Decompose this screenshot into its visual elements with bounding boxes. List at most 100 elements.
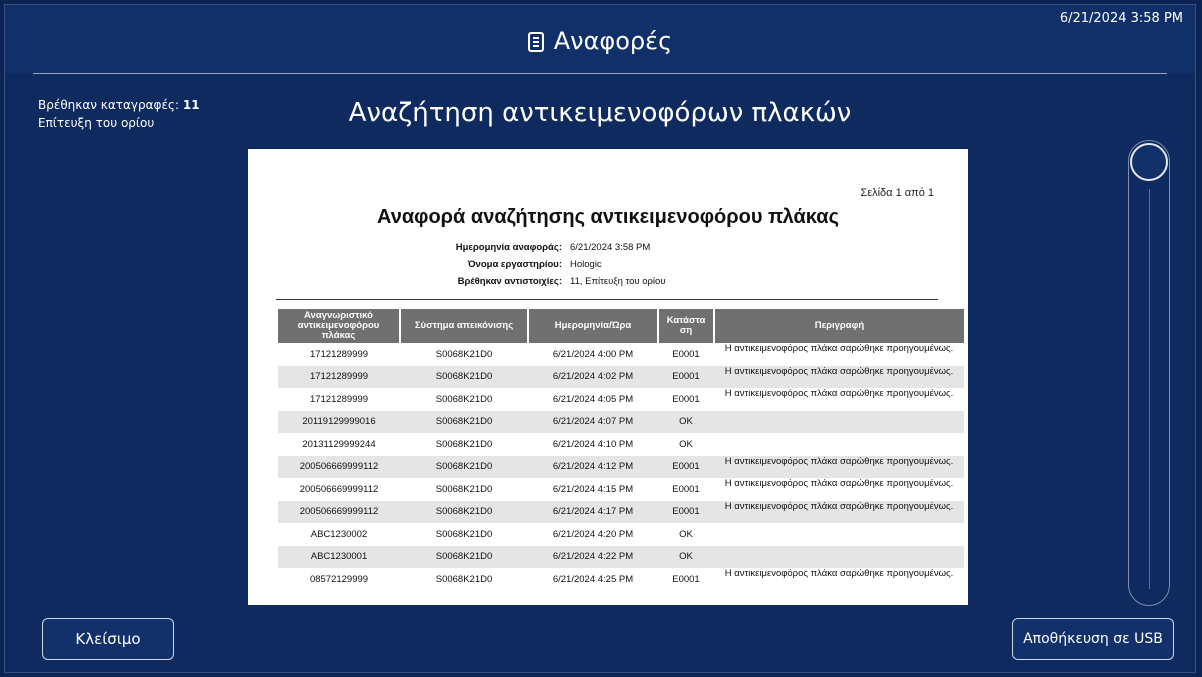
meta-key: Βρέθηκαν αντιστοιχίες: — [457, 276, 562, 287]
report-preview[interactable]: Σελίδα 1 από 1 Αναφορά αναζήτησης αντικε… — [248, 149, 968, 605]
page-title: Αναζήτηση αντικειμενοφόρων πλακών — [348, 98, 852, 128]
column-header: Ημερομηνία/Ώρα — [528, 309, 659, 343]
imaging-system-cell: S0068K21D0 — [400, 500, 528, 523]
description-cell — [714, 545, 964, 568]
report-title: Αναφορά αναζήτησης αντικειμενοφόρου πλάκ… — [377, 206, 839, 228]
status-cell: E0001 — [658, 500, 714, 523]
report-rule — [276, 299, 938, 300]
datetime-display: 6/21/2024 3:58 PM — [1059, 11, 1183, 26]
slide-id-cell: 20119129999016 — [278, 410, 400, 433]
description-cell: Η αντικειμενοφόρος πλάκα σαρώθηκε προηγο… — [724, 343, 954, 354]
description-cell: Η αντικειμενοφόρος πλάκα σαρώθηκε προηγο… — [714, 365, 964, 388]
document-list-icon — [527, 32, 544, 52]
status-cell: OK — [679, 438, 693, 450]
imaging-system-cell: S0068K21D0 — [400, 545, 528, 568]
status-cell: E0001 — [658, 365, 714, 388]
status-cell: E0001 — [672, 393, 700, 405]
table-row: 17121289999 S0068K21D0 6/21/2024 4:05 PM E0… — [278, 388, 964, 411]
datetime-cell: 6/21/2024 4:10 PM — [552, 438, 634, 450]
results-table: Αναγνωριστικό αντικειμενοφόρου πλάκας Σύ… — [278, 309, 964, 591]
imaging-system-cell: S0068K21D0 — [435, 483, 493, 495]
meta-row: Όνομα εργαστηρίου: Hologic — [248, 256, 968, 273]
column-header: Σύστημα απεικόνισης — [400, 309, 529, 343]
status-cell: OK — [658, 545, 714, 568]
description-cell — [714, 523, 964, 546]
slide-id-cell: 200506669999112 — [299, 483, 379, 495]
slide-id-cell: 20131129999244 — [302, 438, 376, 450]
column-header: Αναγνωριστικό αντικειμενοφόρου πλάκας — [278, 309, 401, 343]
imaging-system-cell: S0068K21D0 — [400, 455, 528, 478]
status-cell: E0001 — [658, 455, 714, 478]
meta-value: Hologic — [570, 259, 602, 270]
table-row: 200506669999112 S0068K21D0 6/21/2024 4:15 … — [278, 478, 964, 501]
report-meta: Ημερομηνία αναφοράς: 6/21/2024 3:58 PM Όν… — [248, 239, 968, 290]
description-cell — [714, 410, 964, 433]
description-cell: Η αντικειμενοφόρος πλάκα σαρώθηκε προηγο… — [724, 478, 954, 489]
limit-reached-text: Επίτευξη του ορίου — [38, 116, 155, 130]
datetime-cell: 6/21/2024 4:07 PM — [528, 410, 658, 433]
imaging-system-cell: S0068K21D0 — [400, 365, 528, 388]
table-row: ABC1230002 S0068K21D0 6/21/2024 4:20 PM OK — [278, 523, 964, 546]
scroll-track-line — [1149, 189, 1150, 589]
meta-value: 6/21/2024 3:58 PM — [570, 242, 651, 253]
imaging-system-cell: S0068K21D0 — [435, 348, 493, 360]
scroll-thumb[interactable] — [1130, 143, 1168, 181]
status-cell: OK — [679, 528, 693, 540]
table-row: 08572129999 S0068K21D0 6/21/2024 4:25 PM E0… — [278, 568, 964, 591]
table-row: 20119129999016 S0068K21D0 6/21/2024 4:07 P… — [278, 410, 964, 433]
datetime-cell: 6/21/2024 4:20 PM — [552, 528, 634, 540]
datetime-cell: 6/21/2024 4:25 PM — [552, 573, 634, 585]
datetime-cell: 6/21/2024 4:22 PM — [528, 545, 658, 568]
meta-key: Ημερομηνία αναφοράς: — [455, 242, 562, 253]
slide-id-cell: ABC1230001 — [278, 545, 400, 568]
description-cell: Η αντικειμενοφόρος πλάκα σαρώθηκε προηγο… — [724, 388, 954, 399]
imaging-system-cell: S0068K21D0 — [435, 573, 493, 585]
close-button[interactable]: Κλείσιμο — [42, 618, 174, 660]
table-row: 200506669999112 S0068K21D0 6/21/2024 4:12 … — [278, 455, 964, 478]
records-found-count: 11 — [182, 98, 200, 112]
description-cell — [714, 433, 964, 456]
description-cell: Η αντικειμενοφόρος πλάκα σαρώθηκε προηγο… — [724, 568, 954, 579]
meta-value: 11, Επίτευξη του ορίου — [570, 276, 666, 287]
header-divider — [33, 73, 1167, 74]
description-cell: Η αντικειμενοφόρος πλάκα σαρώθηκε προηγο… — [714, 455, 964, 478]
imaging-system-cell: S0068K21D0 — [400, 410, 528, 433]
slide-id-cell: 08572129999 — [309, 573, 369, 585]
column-header: Περιγραφή — [714, 309, 964, 343]
datetime-cell: 6/21/2024 4:15 PM — [552, 483, 634, 495]
column-header: Κατάστα ση — [658, 309, 715, 343]
table-row: 20131129999244 S0068K21D0 6/21/2024 4:10 P… — [278, 433, 964, 456]
header-bar: Αναφορές 6/21/2024 3:58 PM — [5, 5, 1195, 73]
records-summary: Βρέθηκαν καταγραφές: 11 Επίτευξη του ορί… — [38, 96, 200, 132]
status-cell: OK — [658, 410, 714, 433]
status-cell: E0001 — [672, 483, 700, 495]
records-found-label: Βρέθηκαν καταγραφές: — [38, 98, 180, 112]
meta-row: Βρέθηκαν αντιστοιχίες: 11, Επίτευξη του ο… — [248, 273, 968, 290]
description-cell: Η αντικειμενοφόρος πλάκα σαρώθηκε προηγο… — [714, 500, 964, 523]
table-row: 17121289999 S0068K21D0 6/21/2024 4:00 PM E0… — [278, 343, 964, 366]
table-header-row: Αναγνωριστικό αντικειμενοφόρου πλάκας Σύ… — [278, 309, 964, 343]
datetime-cell: 6/21/2024 4:17 PM — [528, 500, 658, 523]
table-row: 17121289999 S0068K21D0 6/21/2024 4:02 PM E0… — [278, 365, 964, 388]
slide-id-cell: 17121289999 — [309, 348, 369, 360]
slide-id-cell: ABC1230002 — [310, 528, 368, 540]
meta-row: Ημερομηνία αναφοράς: 6/21/2024 3:58 PM — [248, 239, 968, 256]
slide-id-cell: 200506669999112 — [278, 455, 400, 478]
header-title-text: Αναφορές — [553, 27, 673, 55]
scroll-track[interactable] — [1128, 140, 1170, 606]
save-usb-button[interactable]: Αποθήκευση σε USB — [1012, 618, 1174, 660]
imaging-system-cell: S0068K21D0 — [435, 393, 493, 405]
datetime-cell: 6/21/2024 4:12 PM — [528, 455, 658, 478]
header-title: Αναφορές — [5, 27, 1195, 55]
slide-id-cell: 17121289999 — [309, 393, 369, 405]
table-row: 200506669999112 S0068K21D0 6/21/2024 4:17 … — [278, 500, 964, 523]
datetime-cell: 6/21/2024 4:00 PM — [552, 348, 634, 360]
status-cell: E0001 — [672, 573, 700, 585]
report-page-info: Σελίδα 1 από 1 — [860, 187, 934, 199]
datetime-cell: 6/21/2024 4:02 PM — [528, 365, 658, 388]
table-row: ABC1230001 S0068K21D0 6/21/2024 4:22 PM OK — [278, 545, 964, 568]
datetime-cell: 6/21/2024 4:05 PM — [552, 393, 634, 405]
slide-id-cell: 17121289999 — [278, 365, 400, 388]
imaging-system-cell: S0068K21D0 — [435, 528, 493, 540]
status-cell: E0001 — [672, 348, 700, 360]
